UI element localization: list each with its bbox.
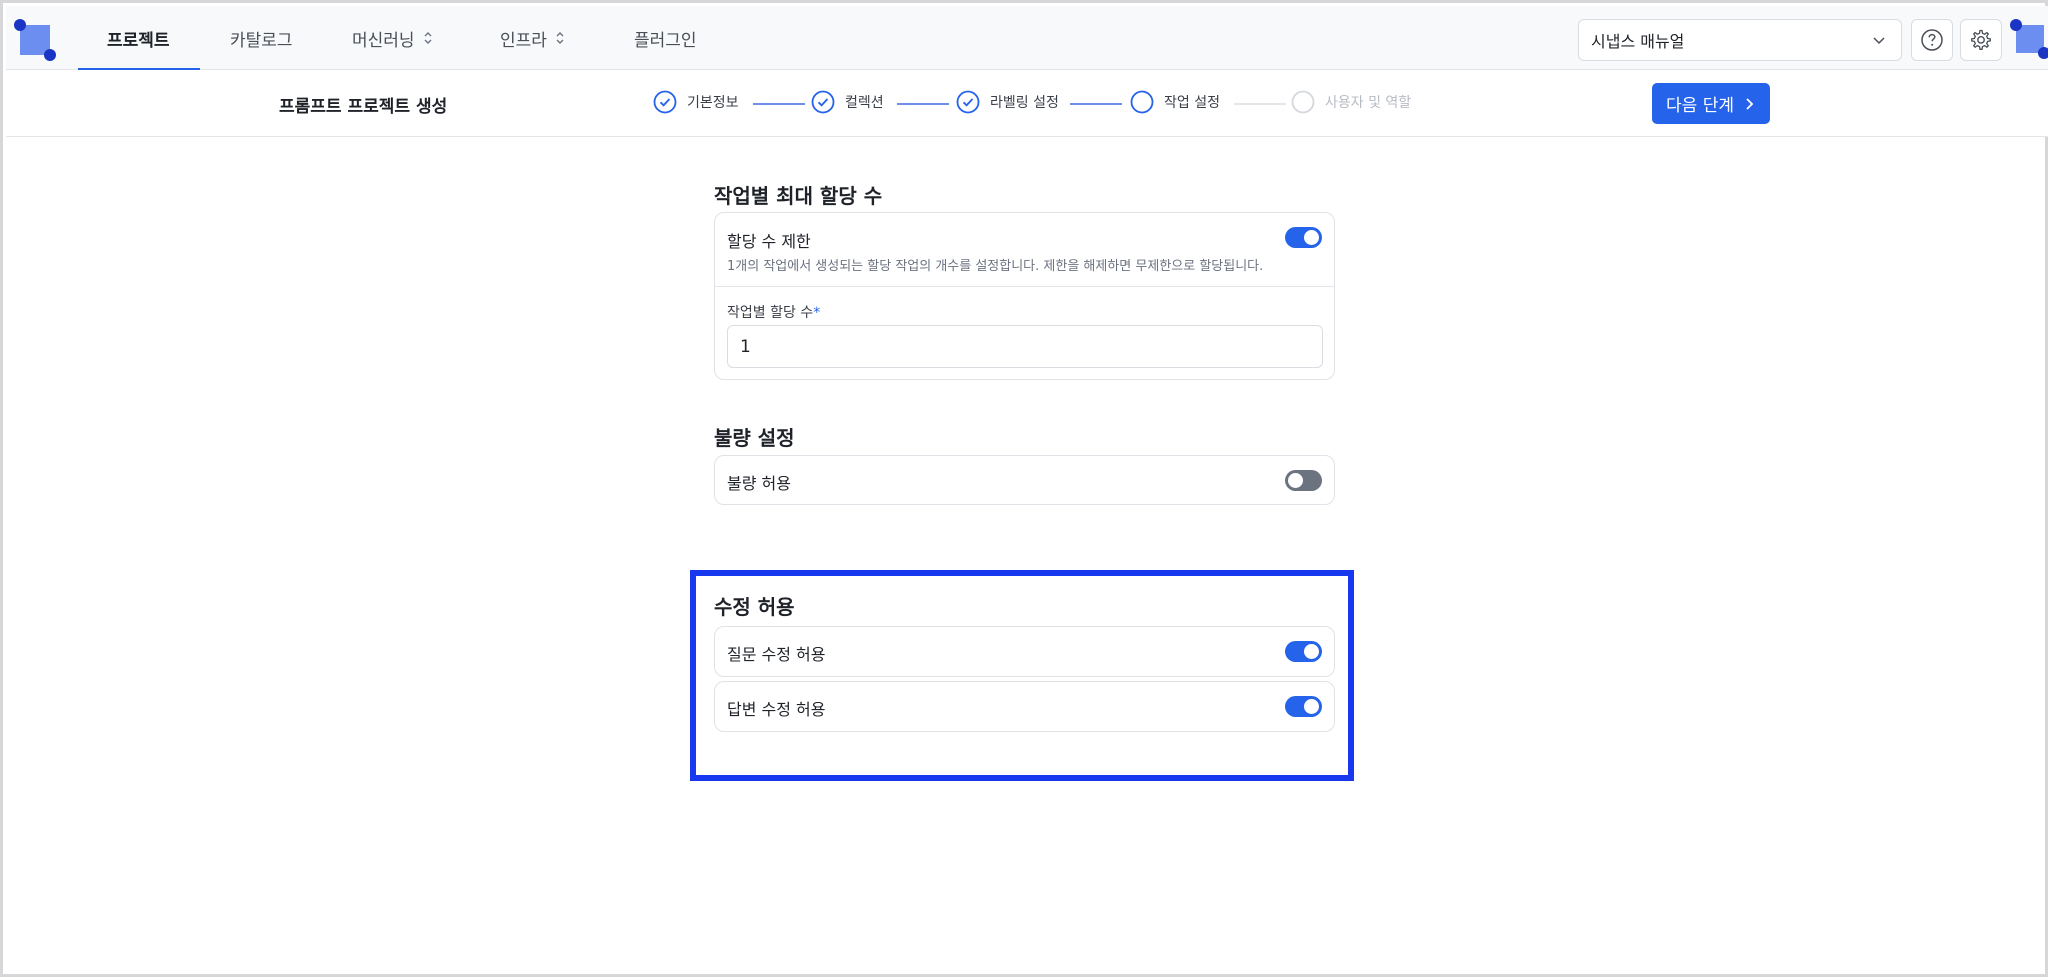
check-circle-icon bbox=[653, 90, 677, 114]
required-mark: * bbox=[813, 305, 821, 321]
next-step-button[interactable]: 다음 단계 bbox=[1652, 83, 1770, 124]
step-connector bbox=[1070, 103, 1122, 105]
current-step-circle-icon bbox=[1130, 90, 1154, 114]
nav-tab-project[interactable]: 프로젝트 bbox=[107, 6, 170, 70]
step-label: 기본정보 bbox=[687, 95, 739, 111]
step-task-settings[interactable]: 작업 설정 bbox=[1130, 90, 1220, 114]
check-circle-icon bbox=[956, 90, 980, 114]
chevron-right-icon bbox=[1746, 97, 1754, 110]
avatar-dot bbox=[2010, 19, 2022, 31]
assign-limit-toggle[interactable] bbox=[1285, 227, 1322, 248]
top-navigation: 프로젝트 카탈로그 머신러닝 인프라 플러그인 시냅스 매뉴얼 bbox=[6, 6, 2048, 71]
step-labeling-settings[interactable]: 라벨링 설정 bbox=[956, 90, 1059, 114]
nav-tab-label: 플러그인 bbox=[634, 30, 697, 51]
chevron-updown-icon bbox=[424, 32, 432, 44]
nav-tab-label: 카탈로그 bbox=[230, 30, 293, 51]
assign-count-label-text: 작업별 할당 수 bbox=[727, 305, 814, 321]
section-title-defect: 불량 설정 bbox=[714, 426, 795, 450]
max-assign-card: 할당 수 제한 1개의 작업에서 생성되는 할당 작업의 개수를 설정합니다. … bbox=[714, 212, 1335, 380]
step-label: 라벨링 설정 bbox=[990, 95, 1059, 111]
toggle-knob bbox=[1288, 473, 1303, 488]
settings-button[interactable] bbox=[1960, 19, 2002, 61]
highlight-annotation bbox=[690, 570, 1354, 781]
app-window: 프로젝트 카탈로그 머신러닝 인프라 플러그인 시냅스 매뉴얼 프롬프트 프로젝… bbox=[0, 0, 2048, 977]
page-title: 프롬프트 프로젝트 생성 bbox=[279, 97, 448, 117]
nav-tab-plugin[interactable]: 플러그인 bbox=[634, 6, 697, 70]
step-label: 사용자 및 역할 bbox=[1325, 95, 1412, 111]
nav-tab-label: 인프라 bbox=[500, 30, 547, 51]
manual-select[interactable]: 시냅스 매뉴얼 bbox=[1578, 19, 1902, 61]
step-label: 컬렉션 bbox=[845, 95, 884, 111]
nav-tab-label: 프로젝트 bbox=[107, 30, 170, 51]
step-label: 작업 설정 bbox=[1164, 95, 1220, 111]
gear-icon bbox=[1971, 29, 1991, 50]
avatar-dot bbox=[2038, 47, 2048, 59]
defect-card: 불량 허용 bbox=[714, 455, 1335, 505]
assign-count-input[interactable] bbox=[727, 325, 1323, 368]
section-title-max-assign: 작업별 최대 할당 수 bbox=[714, 184, 883, 208]
user-avatar[interactable] bbox=[2010, 19, 2048, 59]
nav-tab-catalog[interactable]: 카탈로그 bbox=[230, 6, 293, 70]
step-connector bbox=[753, 103, 805, 105]
divider bbox=[715, 286, 1334, 287]
nav-tab-label: 머신러닝 bbox=[352, 30, 415, 51]
check-circle-icon bbox=[811, 90, 835, 114]
nav-tab-machine-learning[interactable]: 머신러닝 bbox=[352, 6, 433, 70]
manual-select-value: 시냅스 매뉴얼 bbox=[1591, 32, 1685, 51]
chevron-down-icon bbox=[1873, 37, 1885, 45]
assign-count-label: 작업별 할당 수* bbox=[727, 302, 820, 322]
logo-dot bbox=[14, 19, 26, 31]
step-connector bbox=[1234, 103, 1286, 105]
step-users-roles: 사용자 및 역할 bbox=[1291, 90, 1411, 114]
help-icon bbox=[1921, 29, 1943, 51]
chevron-updown-icon bbox=[556, 32, 564, 44]
nav-tab-infra[interactable]: 인프라 bbox=[500, 6, 565, 70]
help-button[interactable] bbox=[1911, 19, 1953, 61]
assign-limit-label: 할당 수 제한 bbox=[727, 232, 811, 251]
app-logo[interactable] bbox=[14, 19, 56, 61]
logo-dot bbox=[44, 49, 56, 61]
assign-limit-description: 1개의 작업에서 생성되는 할당 작업의 개수를 설정합니다. 제한을 해제하면… bbox=[727, 259, 1264, 274]
toggle-knob bbox=[1304, 230, 1319, 245]
step-bar: 프롬프트 프로젝트 생성 기본정보 컬렉션 라벨링 설정 작업 설정 사용자 및… bbox=[6, 70, 2048, 137]
next-step-label: 다음 단계 bbox=[1666, 96, 1734, 116]
defect-allow-toggle[interactable] bbox=[1285, 470, 1322, 491]
defect-allow-label: 불량 허용 bbox=[727, 474, 791, 493]
step-connector bbox=[897, 103, 949, 105]
step-collection[interactable]: 컬렉션 bbox=[811, 90, 884, 114]
step-basic-info[interactable]: 기본정보 bbox=[653, 90, 739, 114]
pending-step-circle-icon bbox=[1291, 90, 1315, 114]
